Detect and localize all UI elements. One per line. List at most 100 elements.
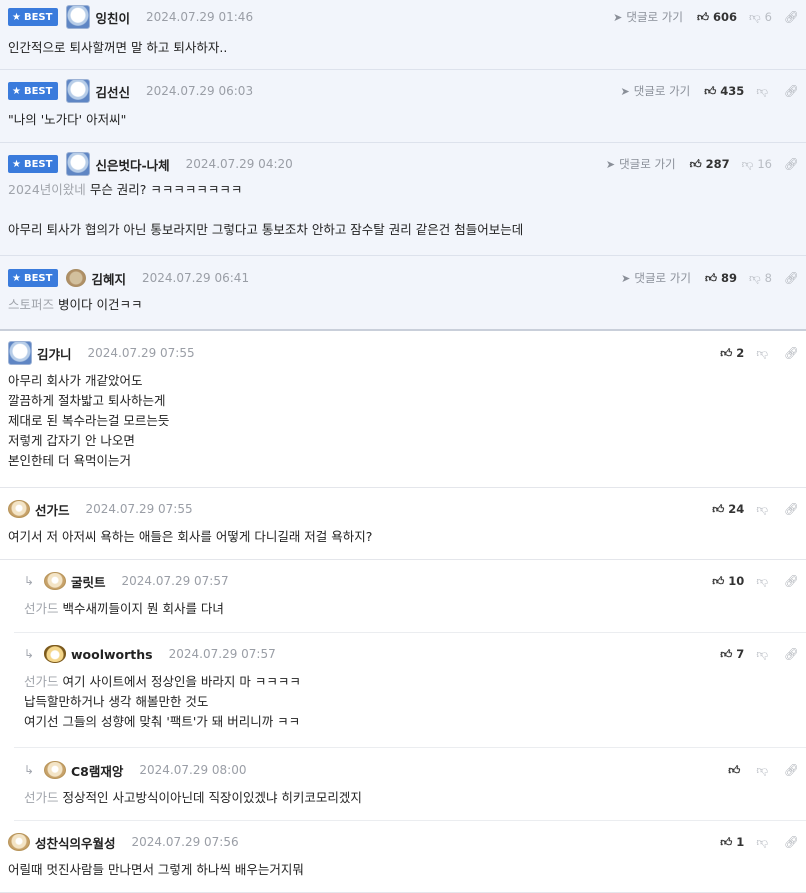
upvote-button[interactable]: 👍︎ 10 (712, 574, 744, 589)
goto-comment-link[interactable]: ➤ 댓글로 가기 (620, 83, 690, 99)
goto-comment-link[interactable]: ➤ 댓글로 가기 (621, 270, 691, 286)
author-name[interactable]: C8램재앙 (71, 761, 123, 780)
best-badge: ★ BEST (8, 82, 59, 100)
downvote-button[interactable]: 👎︎ (756, 84, 772, 99)
comment-date: 2024.07.29 04:20 (185, 157, 293, 171)
comment-actions: ➤ 댓글로 가기 👍︎ 89 👎︎ 8 🔗︎ (621, 268, 798, 288)
upvote-button[interactable]: 👍︎ 435 (704, 84, 744, 99)
downvote-button[interactable]: 👎︎ 16 (742, 157, 772, 172)
upvote-button[interactable]: 👍︎ 24 (712, 502, 744, 517)
link-icon[interactable]: 🔗︎ (784, 157, 799, 171)
thumbs-up-icon: 👍︎ (712, 573, 725, 588)
comment-actions: 👍︎ 10 👎︎ 🔗︎ (712, 571, 798, 591)
reply-comment: ↳ woolworths 2024.07.29 07:57 👍︎ 7 👎︎ 🔗︎ … (14, 633, 806, 748)
author-name[interactable]: 김선신 (95, 82, 130, 101)
thumbs-down-icon: 👎︎ (756, 646, 768, 661)
avatar[interactable] (66, 152, 91, 176)
thumbs-up-icon: 👍︎ (696, 9, 709, 24)
comment-header: ★ BEST 김혜지 2024.07.29 06:41 ➤ 댓글로 가기 👍︎ 89 … (8, 268, 799, 288)
reply-mention[interactable]: 2024년이왔네 (8, 182, 86, 197)
send-icon: ➤ (613, 10, 623, 24)
downvote-button[interactable]: 👎︎ 8 (749, 271, 772, 286)
comment-actions: ➤ 댓글로 가기 👍︎ 606 👎︎ 6 🔗︎ (613, 7, 798, 27)
thumbs-up-icon: 👍︎ (712, 501, 725, 516)
downvote-button[interactable]: 👎︎ (756, 647, 772, 662)
author-name[interactable]: 선가드 (35, 500, 70, 519)
thumbs-up-icon: 👍︎ (704, 83, 717, 98)
reply-arrow-icon: ↳ (24, 574, 35, 588)
best-comment: ★ BEST 잉친이 2024.07.29 01:46 ➤ 댓글로 가기 👍︎ 606… (0, 0, 806, 70)
comment-actions: 👍︎ 1 👎︎ 🔗︎ (720, 832, 798, 852)
author-name[interactable]: woolworths (71, 647, 153, 662)
avatar[interactable] (44, 572, 66, 590)
link-icon[interactable]: 🔗︎ (784, 647, 799, 661)
upvote-button[interactable]: 👍︎ 1 (720, 835, 744, 850)
best-comment: ★ BEST 김혜지 2024.07.29 06:41 ➤ 댓글로 가기 👍︎ 89 … (0, 256, 806, 331)
link-icon[interactable]: 🔗︎ (784, 271, 799, 285)
link-icon[interactable]: 🔗︎ (784, 10, 799, 24)
author-name[interactable]: 잉친이 (95, 8, 130, 27)
avatar[interactable] (66, 269, 87, 287)
comment-date: 2024.07.29 07:55 (87, 346, 195, 360)
star-icon: ★ (12, 85, 21, 97)
reply-mention[interactable]: 선가드 (24, 601, 59, 616)
upvote-button[interactable]: 👍︎ 89 (705, 271, 737, 286)
thumbs-down-icon: 👎︎ (748, 9, 761, 24)
upvote-button[interactable]: 👍︎ 2 (720, 346, 744, 361)
upvote-button[interactable]: 👍︎ 606 (697, 10, 737, 25)
avatar[interactable] (8, 500, 30, 518)
comment-body: 아무리 회사가 개같았어도 깔끔하게 절차밟고 퇴사하는게 제대로 된 복수라는… (8, 373, 170, 468)
reply-mention[interactable]: 스토퍼즈 (8, 297, 54, 312)
downvote-button[interactable]: 👎︎ (756, 502, 772, 517)
best-badge: ★ BEST (8, 155, 59, 173)
downvote-button[interactable]: 👎︎ 6 (749, 10, 772, 25)
author-name[interactable]: 성찬식의우월성 (35, 833, 116, 852)
upvote-button[interactable]: 👍︎ 287 (690, 157, 730, 172)
thumbs-up-icon: 👍︎ (728, 762, 741, 777)
reply-mention[interactable]: 선가드 (24, 790, 59, 805)
author-name[interactable]: 신은벗다-나체 (95, 155, 169, 174)
comment-date: 2024.07.29 07:56 (131, 835, 239, 849)
link-icon[interactable]: 🔗︎ (784, 346, 799, 360)
comment-list: ★ BEST 잉친이 2024.07.29 01:46 ➤ 댓글로 가기 👍︎ 606… (0, 0, 806, 893)
reply-mention[interactable]: 선가드 (24, 674, 59, 689)
thumbs-up-icon: 👍︎ (720, 834, 733, 849)
avatar[interactable] (8, 341, 32, 365)
comment-body: 어릴때 멋진사람들 만나면서 그렇게 하나씩 배우는거지뭐 (8, 862, 304, 877)
avatar[interactable] (66, 5, 91, 29)
send-icon: ➤ (621, 271, 631, 285)
avatar[interactable] (66, 79, 91, 103)
avatar[interactable] (44, 645, 66, 663)
best-badge: ★ BEST (8, 269, 59, 287)
comment-date: 2024.07.29 01:46 (145, 10, 254, 24)
upvote-button[interactable]: 👍︎ (728, 763, 744, 778)
comment-date: 2024.07.29 07:57 (168, 647, 276, 661)
thumbs-down-icon: 👎︎ (741, 156, 754, 171)
link-icon[interactable]: 🔗︎ (784, 763, 799, 777)
comment-date: 2024.07.29 08:00 (139, 763, 247, 777)
link-icon[interactable]: 🔗︎ (784, 502, 799, 516)
goto-comment-link[interactable]: ➤ 댓글로 가기 (613, 9, 683, 25)
comment-date: 2024.07.29 07:55 (85, 502, 193, 516)
upvote-button[interactable]: 👍︎ 7 (720, 647, 744, 662)
comment: 김갸니 2024.07.29 07:55 👍︎ 2 👎︎ 🔗︎ 아무리 회사가 개… (0, 331, 806, 488)
comment-actions: 👍︎ 2 👎︎ 🔗︎ (720, 343, 798, 363)
thumbs-up-icon: 👍︎ (704, 270, 717, 285)
downvote-button[interactable]: 👎︎ (756, 346, 772, 361)
goto-comment-link[interactable]: ➤ 댓글로 가기 (606, 156, 676, 172)
comment-header: 성찬식의우월성 2024.07.29 07:56 👍︎ 1 👎︎ 🔗︎ (8, 832, 799, 852)
link-icon[interactable]: 🔗︎ (784, 835, 799, 849)
downvote-button[interactable]: 👎︎ (756, 835, 772, 850)
author-name[interactable]: 김혜지 (91, 269, 126, 288)
avatar[interactable] (8, 833, 30, 851)
reply-arrow-icon: ↳ (24, 763, 35, 777)
reply-arrow-icon: ↳ (24, 647, 35, 661)
downvote-button[interactable]: 👎︎ (756, 574, 772, 589)
link-icon[interactable]: 🔗︎ (784, 84, 799, 98)
downvote-button[interactable]: 👎︎ (756, 763, 772, 778)
author-name[interactable]: 굴릿트 (71, 572, 106, 591)
author-name[interactable]: 김갸니 (37, 344, 72, 363)
avatar[interactable] (44, 761, 66, 779)
comment-actions: ➤ 댓글로 가기 👍︎ 287 👎︎ 16 🔗︎ (606, 154, 799, 174)
link-icon[interactable]: 🔗︎ (784, 574, 799, 588)
